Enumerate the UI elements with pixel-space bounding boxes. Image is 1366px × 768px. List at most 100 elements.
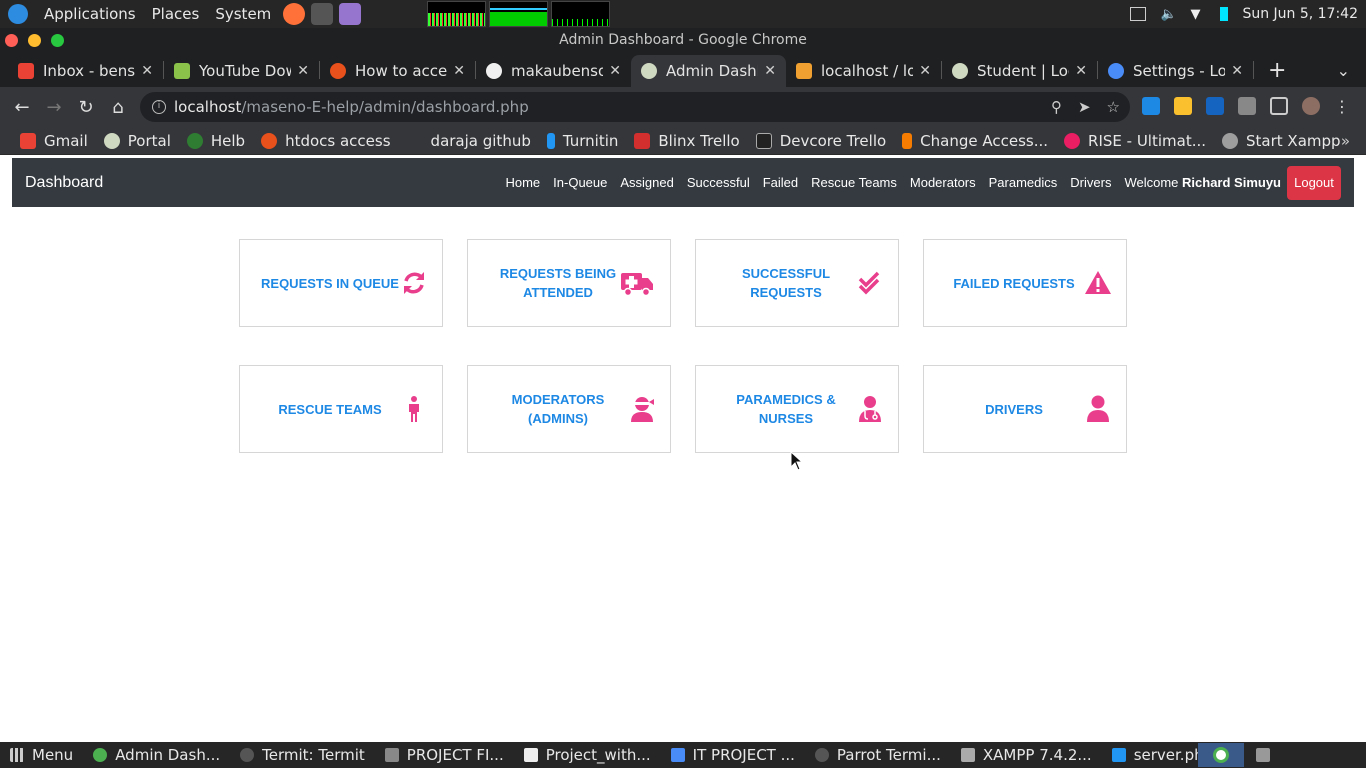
nav-moderators[interactable]: Moderators bbox=[910, 175, 976, 190]
tab-localhost[interactable]: localhost / loc✕ bbox=[786, 55, 941, 87]
home-button[interactable]: ⌂ bbox=[102, 97, 134, 118]
tab-student-login[interactable]: Student | Log ✕ bbox=[942, 55, 1097, 87]
minimize-window-button[interactable] bbox=[28, 34, 41, 47]
card-failed-requests[interactable]: FAILED REQUESTS bbox=[923, 239, 1127, 327]
navbar-brand[interactable]: Dashboard bbox=[25, 174, 103, 192]
taskbar-item-termit[interactable]: Termit: Termit bbox=[230, 746, 375, 764]
tab-admin-dashboard[interactable]: Admin Dashb ✕ bbox=[631, 55, 786, 87]
wifi-icon[interactable]: ▼ bbox=[1190, 7, 1206, 22]
profile-avatar[interactable] bbox=[1302, 97, 1320, 115]
card-successful-requests[interactable]: SUCCESSFUL REQUESTS bbox=[695, 239, 899, 327]
puzzle-icon[interactable] bbox=[1238, 97, 1256, 115]
kebab-menu-icon[interactable]: ⋮ bbox=[1334, 97, 1350, 116]
close-tab-icon[interactable]: ✕ bbox=[141, 63, 153, 79]
tab-youtube-downloader[interactable]: YouTube Dow ✕ bbox=[164, 55, 319, 87]
bookmark-change-access[interactable]: Change Access... bbox=[902, 132, 1048, 150]
send-icon[interactable]: ➤ bbox=[1078, 98, 1091, 116]
bookmark-gmail[interactable]: Gmail bbox=[20, 132, 88, 150]
tab-settings[interactable]: Settings - Loc ✕ bbox=[1098, 55, 1253, 87]
taskbar-item-chrome[interactable]: Admin Dash... bbox=[83, 746, 230, 764]
lock-extension-icon[interactable] bbox=[1174, 97, 1192, 115]
system-menu[interactable]: System bbox=[215, 5, 271, 23]
tab-search-chevron-icon[interactable]: ⌄ bbox=[1337, 61, 1350, 80]
tab-strip: Inbox - benso ✕ YouTube Dow ✕ How to acces… bbox=[0, 53, 1366, 87]
reload-button[interactable]: ↻ bbox=[70, 97, 102, 118]
workspace-switcher-icon[interactable] bbox=[1256, 748, 1271, 762]
card-rescue-teams[interactable]: RESCUE TEAMS bbox=[239, 365, 443, 453]
terminal-launcher-icon[interactable] bbox=[311, 3, 334, 25]
turnitin-icon bbox=[546, 132, 555, 149]
bookmark-htdocs-access[interactable]: htdocs access bbox=[261, 132, 391, 150]
card-moderators-admins[interactable]: MODERATORS (ADMINS) bbox=[467, 365, 671, 453]
bookmark-star-icon[interactable]: ☆ bbox=[1107, 98, 1120, 116]
bookmark-rise[interactable]: RISE - Ultimat... bbox=[1064, 132, 1206, 150]
card-requests-being-attended[interactable]: REQUESTS BEING ATTENDED bbox=[467, 239, 671, 327]
extension-icon[interactable] bbox=[1206, 97, 1224, 115]
site-info-icon[interactable]: i bbox=[152, 100, 166, 114]
bookmark-start-xampp[interactable]: Start Xampp bbox=[1222, 132, 1341, 150]
extension-icon[interactable] bbox=[1142, 97, 1160, 115]
nav-successful[interactable]: Successful bbox=[687, 175, 750, 190]
battery-icon[interactable] bbox=[1220, 7, 1229, 21]
card-requests-in-queue[interactable]: REQUESTS IN QUEUE bbox=[239, 239, 443, 327]
keyboard-icon[interactable] bbox=[1130, 7, 1147, 21]
firefox-launcher-icon[interactable] bbox=[283, 3, 306, 25]
nav-in-queue[interactable]: In-Queue bbox=[553, 175, 607, 190]
close-tab-icon[interactable]: ✕ bbox=[609, 63, 621, 79]
bookmark-turnitin[interactable]: Turnitin bbox=[546, 132, 618, 150]
close-tab-icon[interactable]: ✕ bbox=[919, 63, 931, 79]
side-panel-icon[interactable] bbox=[1270, 97, 1288, 115]
text-editor-launcher-icon[interactable] bbox=[339, 3, 362, 25]
ambulance-icon bbox=[621, 273, 653, 297]
parrot-logo-icon[interactable] bbox=[8, 4, 28, 24]
places-menu[interactable]: Places bbox=[152, 5, 200, 23]
close-tab-icon[interactable]: ✕ bbox=[453, 63, 465, 79]
nav-paramedics[interactable]: Paramedics bbox=[989, 175, 1058, 190]
close-tab-icon[interactable]: ✕ bbox=[1231, 63, 1243, 79]
zoom-icon[interactable]: ⚲ bbox=[1051, 98, 1062, 116]
url-host: localhost bbox=[174, 98, 242, 116]
taskbar-active-chrome[interactable] bbox=[1198, 743, 1244, 767]
download-icon bbox=[174, 63, 190, 79]
bookmark-blinx-trello[interactable]: Blinx Trello bbox=[634, 132, 740, 150]
tab-github[interactable]: makaubenson✕ bbox=[476, 55, 631, 87]
card-drivers[interactable]: DRIVERS bbox=[923, 365, 1127, 453]
close-tab-icon[interactable]: ✕ bbox=[297, 63, 309, 79]
taskbar-item-parrot-terminal[interactable]: Parrot Termi... bbox=[805, 746, 951, 764]
nav-failed[interactable]: Failed bbox=[763, 175, 798, 190]
maximize-window-button[interactable] bbox=[51, 34, 64, 47]
site-navbar: Dashboard Home In-Queue Assigned Success… bbox=[12, 158, 1354, 207]
more-bookmarks-icon[interactable]: » bbox=[1341, 132, 1350, 150]
new-tab-button[interactable]: + bbox=[1268, 58, 1286, 83]
bookmark-devcore-trello[interactable]: Devcore Trello bbox=[755, 132, 886, 150]
taskbar-item-project-file[interactable]: Project_with... bbox=[514, 746, 661, 764]
chrome-icon bbox=[93, 748, 108, 762]
close-tab-icon[interactable]: ✕ bbox=[764, 63, 776, 79]
volume-icon[interactable]: 🔈 bbox=[1160, 7, 1176, 22]
nav-assigned[interactable]: Assigned bbox=[620, 175, 673, 190]
applications-menu[interactable]: Applications bbox=[44, 5, 136, 23]
taskbar-item-project-folder[interactable]: PROJECT FI... bbox=[375, 746, 514, 764]
nav-drivers[interactable]: Drivers bbox=[1070, 175, 1111, 190]
back-button[interactable]: ← bbox=[6, 97, 38, 118]
taskbar-item-it-project[interactable]: IT PROJECT ... bbox=[661, 746, 805, 764]
bookmark-portal[interactable]: Portal bbox=[103, 132, 171, 150]
card-paramedics-nurses[interactable]: PARAMEDICS & NURSES bbox=[695, 365, 899, 453]
address-bar[interactable]: i localhost/maseno-E-help/admin/dashboar… bbox=[140, 92, 1130, 122]
start-menu-button[interactable]: Menu bbox=[0, 746, 83, 764]
mouse-cursor-icon bbox=[790, 451, 804, 471]
bookmark-helb[interactable]: Helb bbox=[186, 132, 245, 150]
taskbar-item-xampp[interactable]: XAMPP 7.4.2... bbox=[951, 746, 1102, 764]
nav-rescue-teams[interactable]: Rescue Teams bbox=[811, 175, 897, 190]
system-top-panel: Applications Places System 🔈 ▼ Sun Jun 5… bbox=[0, 0, 1366, 28]
close-window-button[interactable] bbox=[5, 34, 18, 47]
clock[interactable]: Sun Jun 5, 17:42 bbox=[1242, 6, 1358, 22]
bookmarks-bar: Gmail Portal Helb htdocs access daraja g… bbox=[0, 127, 1366, 155]
forward-button[interactable]: → bbox=[38, 97, 70, 118]
nav-home[interactable]: Home bbox=[505, 175, 540, 190]
close-tab-icon[interactable]: ✕ bbox=[1075, 63, 1087, 79]
logout-button[interactable]: Logout bbox=[1287, 166, 1341, 200]
tab-inbox[interactable]: Inbox - benso ✕ bbox=[8, 55, 163, 87]
bookmark-daraja-github[interactable]: daraja github bbox=[406, 132, 531, 150]
tab-how-to-access[interactable]: How to acces ✕ bbox=[320, 55, 475, 87]
